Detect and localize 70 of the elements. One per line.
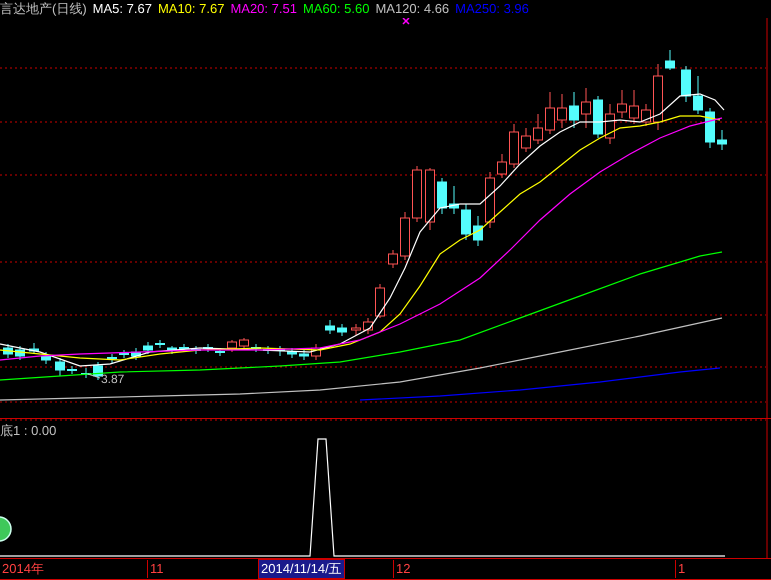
candlestick	[81, 368, 91, 378]
candlestick	[605, 104, 615, 144]
axis-label: 1	[675, 560, 688, 578]
leader-line	[88, 374, 100, 378]
candlestick	[509, 124, 519, 168]
candlestick	[581, 88, 591, 128]
candlestick	[533, 114, 543, 144]
candlestick	[593, 96, 603, 138]
indicator-label: MA10: 7.67	[158, 0, 224, 18]
candlestick	[425, 168, 435, 230]
candlestick	[412, 166, 422, 222]
candlestick	[629, 90, 639, 124]
indicator-label: MA5: 7.67	[92, 0, 152, 18]
candlestick	[485, 172, 495, 228]
candlestick	[67, 366, 77, 374]
indicator-label: MA120: 4.66	[375, 0, 450, 18]
candlestick	[449, 186, 459, 214]
candlestick	[41, 352, 51, 364]
candlestick	[311, 344, 321, 360]
indicator-label: 底1 : 0.00	[0, 422, 56, 440]
candlestick	[497, 154, 507, 178]
candlestick	[325, 320, 335, 334]
candlestick	[155, 340, 165, 348]
candlestick	[473, 216, 483, 246]
axis-label: 12	[393, 560, 412, 578]
candlestick	[400, 212, 410, 260]
candlestick	[167, 346, 177, 354]
candlestick	[191, 346, 201, 354]
chart-title: 言达地产(日线)	[0, 0, 87, 18]
axis-label: 2014/11/14/五	[258, 559, 345, 579]
candlestick	[569, 92, 579, 128]
candlestick	[215, 348, 225, 356]
candlestick	[93, 362, 103, 380]
marker-icon	[402, 18, 410, 25]
candlestick	[299, 350, 309, 360]
candlestick	[521, 128, 531, 152]
candlestick	[375, 284, 385, 318]
candlestick	[337, 324, 347, 336]
candlestick	[55, 358, 65, 376]
candlestick	[665, 50, 675, 70]
candlestick	[143, 342, 153, 354]
candlestick	[287, 348, 297, 358]
candlestick	[29, 342, 39, 354]
candlestick	[3, 344, 13, 358]
candlestick	[363, 318, 373, 334]
candlestick	[641, 104, 651, 126]
candlestick	[203, 344, 213, 352]
candlestick	[107, 354, 117, 364]
candlestick	[693, 76, 703, 114]
candlestick	[251, 344, 261, 352]
indicator-label: MA20: 7.51	[230, 0, 297, 18]
price-label: 3.87	[101, 371, 124, 388]
candlestick	[131, 348, 141, 360]
candlestick	[461, 204, 471, 240]
candlestick	[388, 250, 398, 268]
candlestick	[705, 108, 715, 148]
candlestick	[617, 90, 627, 118]
candlestick	[681, 66, 691, 102]
indicator-label: MA60: 5.60	[302, 0, 370, 18]
candlestick	[437, 178, 447, 214]
candlestick	[717, 130, 727, 150]
candlestick	[557, 94, 567, 128]
indicator-label: MA250: 3.96	[455, 0, 529, 18]
candlestick	[119, 350, 129, 358]
candlestick	[653, 64, 663, 130]
candlestick	[351, 324, 361, 336]
candlestick	[15, 346, 25, 360]
axis-label: 2014年	[1, 560, 45, 578]
candlestick	[545, 92, 555, 134]
axis-label: 11	[147, 560, 166, 578]
